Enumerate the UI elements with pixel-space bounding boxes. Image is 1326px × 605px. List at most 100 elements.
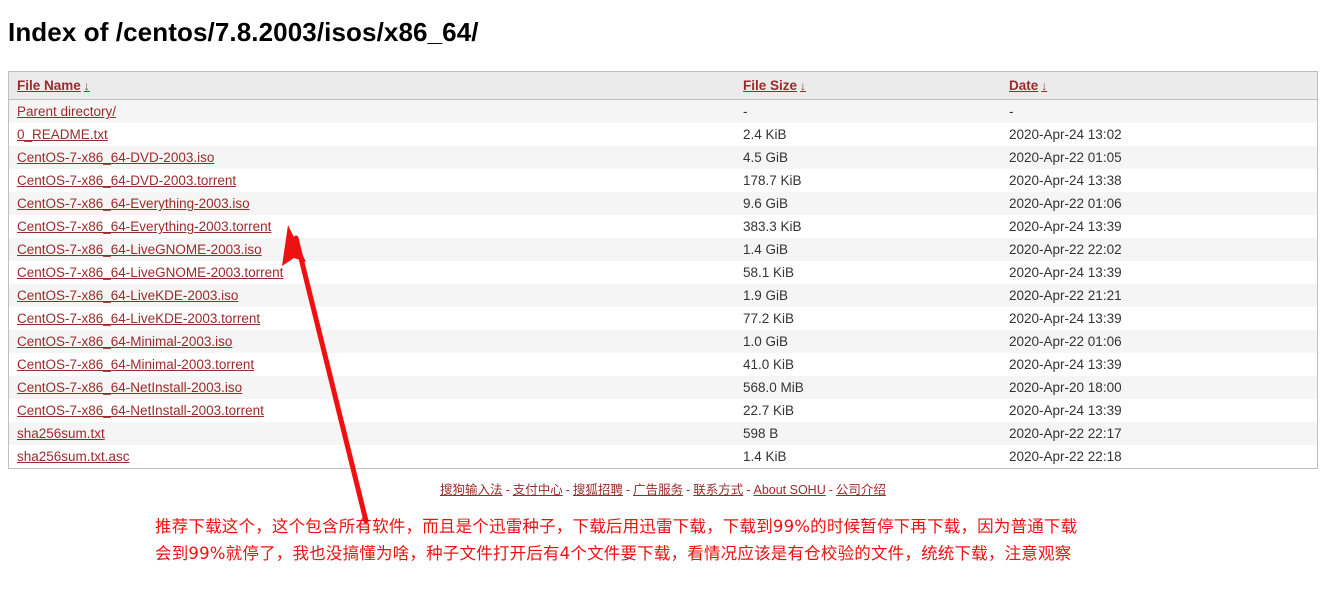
table-row: CentOS-7-x86_64-Minimal-2003.iso 1.0 GiB 2… bbox=[9, 330, 1317, 353]
table-row: 0_README.txt 2.4 KiB 2020-Apr-24 13:02 bbox=[9, 123, 1317, 146]
cell-date: 2020-Apr-24 13:39 bbox=[1009, 403, 1122, 418]
cell-file-size: 568.0 MiB bbox=[743, 380, 804, 395]
file-link[interactable]: CentOS-7-x86_64-Everything-2003.torrent bbox=[17, 219, 271, 234]
cell-file-size: 77.2 KiB bbox=[743, 311, 795, 326]
file-link[interactable]: CentOS-7-x86_64-Minimal-2003.iso bbox=[17, 334, 232, 349]
cell-file-name: CentOS-7-x86_64-LiveKDE-2003.iso bbox=[9, 284, 735, 307]
table-row: CentOS-7-x86_64-LiveKDE-2003.iso 1.9 GiB 2… bbox=[9, 284, 1317, 307]
file-link[interactable]: CentOS-7-x86_64-NetInstall-2003.iso bbox=[17, 380, 242, 395]
cell-file-size: 1.4 KiB bbox=[743, 449, 787, 464]
cell-file-name: CentOS-7-x86_64-Everything-2003.iso bbox=[9, 192, 735, 215]
page-title: Index of /centos/7.8.2003/isos/x86_64/ bbox=[8, 17, 479, 47]
cell-file-name: CentOS-7-x86_64-Minimal-2003.iso bbox=[9, 330, 735, 353]
column-header-file-name-label[interactable]: File Name bbox=[17, 78, 81, 93]
table-row: CentOS-7-x86_64-DVD-2003.torrent 178.7 Ki… bbox=[9, 169, 1317, 192]
table-row: Parent directory/ - - bbox=[9, 99, 1317, 124]
sort-descending-icon[interactable]: ↓ bbox=[84, 79, 90, 93]
column-header-file-name[interactable]: File Name ↓ bbox=[9, 72, 735, 100]
cell-file-size: 1.9 GiB bbox=[743, 288, 789, 303]
table-row: sha256sum.txt 598 B 2020-Apr-22 22:17 bbox=[9, 422, 1317, 445]
footer-link[interactable]: 公司介绍 bbox=[836, 483, 886, 497]
cell-date: 2020-Apr-22 22:17 bbox=[1009, 426, 1122, 441]
table-header-row: File Name ↓ File Size ↓ Date ↓ bbox=[9, 72, 1317, 100]
cell-file-name: CentOS-7-x86_64-DVD-2003.torrent bbox=[9, 169, 735, 192]
cell-file-name: CentOS-7-x86_64-LiveGNOME-2003.torrent bbox=[9, 261, 735, 284]
table-body: Parent directory/ - - 0_README.txt 2.4 KiB 20… bbox=[9, 99, 1317, 468]
file-link[interactable]: CentOS-7-x86_64-LiveKDE-2003.iso bbox=[17, 288, 238, 303]
cell-file-name: CentOS-7-x86_64-Minimal-2003.torrent bbox=[9, 353, 735, 376]
cell-date: 2020-Apr-24 13:39 bbox=[1009, 219, 1122, 234]
footer-link[interactable]: 搜狐招聘 bbox=[573, 483, 623, 497]
footer-separator: - bbox=[625, 483, 631, 497]
footer-link[interactable]: About SOHU bbox=[753, 483, 825, 497]
cell-date: 2020-Apr-22 21:21 bbox=[1009, 288, 1122, 303]
file-link[interactable]: CentOS-7-x86_64-LiveKDE-2003.torrent bbox=[17, 311, 260, 326]
cell-date: 2020-Apr-24 13:39 bbox=[1009, 311, 1122, 326]
cell-file-size: 598 B bbox=[743, 426, 779, 441]
cell-file-name: sha256sum.txt.asc bbox=[9, 445, 735, 468]
file-link[interactable]: CentOS-7-x86_64-LiveGNOME-2003.iso bbox=[17, 242, 262, 257]
file-link[interactable]: CentOS-7-x86_64-Minimal-2003.torrent bbox=[17, 357, 254, 372]
footer-separator: - bbox=[505, 483, 510, 497]
file-link[interactable]: CentOS-7-x86_64-Everything-2003.iso bbox=[17, 196, 250, 211]
cell-file-size: - bbox=[743, 104, 748, 119]
footer-separator: - bbox=[828, 483, 833, 497]
file-link[interactable]: sha256sum.txt.asc bbox=[17, 449, 130, 464]
column-header-date[interactable]: Date ↓ bbox=[1001, 72, 1317, 100]
table-row: CentOS-7-x86_64-NetInstall-2003.torrent 2… bbox=[9, 399, 1317, 422]
cell-file-size: 178.7 KiB bbox=[743, 173, 802, 188]
table-row: sha256sum.txt.asc 1.4 KiB 2020-Apr-22 22:1… bbox=[9, 445, 1317, 468]
cell-file-name: CentOS-7-x86_64-Everything-2003.torrent bbox=[9, 215, 735, 238]
cell-file-size: 383.3 KiB bbox=[743, 219, 802, 234]
cell-file-size: 22.7 KiB bbox=[743, 403, 795, 418]
table-row: CentOS-7-x86_64-LiveKDE-2003.torrent 77.2… bbox=[9, 307, 1317, 330]
file-link[interactable]: CentOS-7-x86_64-LiveGNOME-2003.torrent bbox=[17, 265, 283, 280]
cell-date: - bbox=[1009, 104, 1014, 119]
footer-separator: - bbox=[686, 483, 691, 497]
sort-descending-icon[interactable]: ↓ bbox=[800, 79, 806, 93]
cell-file-name: CentOS-7-x86_64-LiveKDE-2003.torrent bbox=[9, 307, 735, 330]
cell-file-size: 9.6 GiB bbox=[743, 196, 789, 211]
table-row: CentOS-7-x86_64-Minimal-2003.torrent 41.0… bbox=[9, 353, 1317, 376]
annotation-line-2: 会到99%就停了，我也没搞懂为啥，种子文件打开后有4个文件要下载，看情况应该是有… bbox=[155, 544, 1072, 563]
file-link[interactable]: CentOS-7-x86_64-DVD-2003.iso bbox=[17, 150, 214, 165]
table-row: CentOS-7-x86_64-DVD-2003.iso 4.5 GiB 2020-… bbox=[9, 146, 1317, 169]
cell-file-name: Parent directory/ bbox=[9, 100, 735, 124]
sort-descending-icon[interactable]: ↓ bbox=[1041, 79, 1047, 93]
file-link[interactable]: CentOS-7-x86_64-NetInstall-2003.torrent bbox=[17, 403, 264, 418]
annotation-line-1: 推荐下载这个，这个包含所有软件，而且是个迅雷种子，下载后用迅雷下载，下载到99%… bbox=[155, 517, 1078, 536]
cell-file-size: 41.0 KiB bbox=[743, 357, 795, 372]
cell-date: 2020-Apr-24 13:39 bbox=[1009, 357, 1122, 372]
cell-date: 2020-Apr-24 13:02 bbox=[1009, 127, 1122, 142]
file-link[interactable]: CentOS-7-x86_64-DVD-2003.torrent bbox=[17, 173, 236, 188]
file-link[interactable]: sha256sum.txt bbox=[17, 426, 105, 441]
footer-separator: - bbox=[565, 483, 570, 497]
footer-link[interactable]: 联系方式 bbox=[693, 483, 743, 497]
cell-date: 2020-Apr-22 22:18 bbox=[1009, 449, 1122, 464]
footer-link[interactable]: 搜狗输入法 bbox=[440, 483, 503, 497]
cell-file-size: 1.0 GiB bbox=[743, 334, 789, 349]
cell-file-size: 2.4 KiB bbox=[743, 127, 787, 142]
table-row: CentOS-7-x86_64-LiveGNOME-2003.iso 1.4 Gi… bbox=[9, 238, 1317, 261]
cell-file-name: 0_README.txt bbox=[9, 123, 735, 146]
file-listing-table: File Name ↓ File Size ↓ Date ↓ Parent direc… bbox=[9, 72, 1317, 468]
cell-file-size: 58.1 KiB bbox=[743, 265, 795, 280]
cell-file-size: 4.5 GiB bbox=[743, 150, 789, 165]
handwritten-annotation-text: 推荐下载这个，这个包含所有软件，而且是个迅雷种子，下载后用迅雷下载，下载到99%… bbox=[155, 513, 1320, 567]
cell-file-name: CentOS-7-x86_64-NetInstall-2003.iso bbox=[9, 376, 735, 399]
footer-link[interactable]: 支付中心 bbox=[513, 483, 563, 497]
cell-date: 2020-Apr-22 01:05 bbox=[1009, 150, 1122, 165]
cell-file-name: CentOS-7-x86_64-NetInstall-2003.torrent bbox=[9, 399, 735, 422]
cell-file-name: CentOS-7-x86_64-DVD-2003.iso bbox=[9, 146, 735, 169]
column-header-file-size[interactable]: File Size ↓ bbox=[735, 72, 1001, 100]
column-header-file-size-label[interactable]: File Size bbox=[743, 78, 797, 93]
file-listing-container: File Name ↓ File Size ↓ Date ↓ Parent direc… bbox=[8, 71, 1318, 469]
table-row: CentOS-7-x86_64-LiveGNOME-2003.torrent 58… bbox=[9, 261, 1317, 284]
cell-date: 2020-Apr-24 13:39 bbox=[1009, 265, 1122, 280]
table-row: CentOS-7-x86_64-NetInstall-2003.iso 568.0… bbox=[9, 376, 1317, 399]
file-link[interactable]: Parent directory/ bbox=[17, 104, 116, 119]
table-header: File Name ↓ File Size ↓ Date ↓ bbox=[9, 72, 1317, 100]
footer-link[interactable]: 广告服务 bbox=[633, 483, 683, 497]
column-header-date-label[interactable]: Date bbox=[1009, 78, 1038, 93]
file-link[interactable]: 0_README.txt bbox=[17, 127, 108, 142]
